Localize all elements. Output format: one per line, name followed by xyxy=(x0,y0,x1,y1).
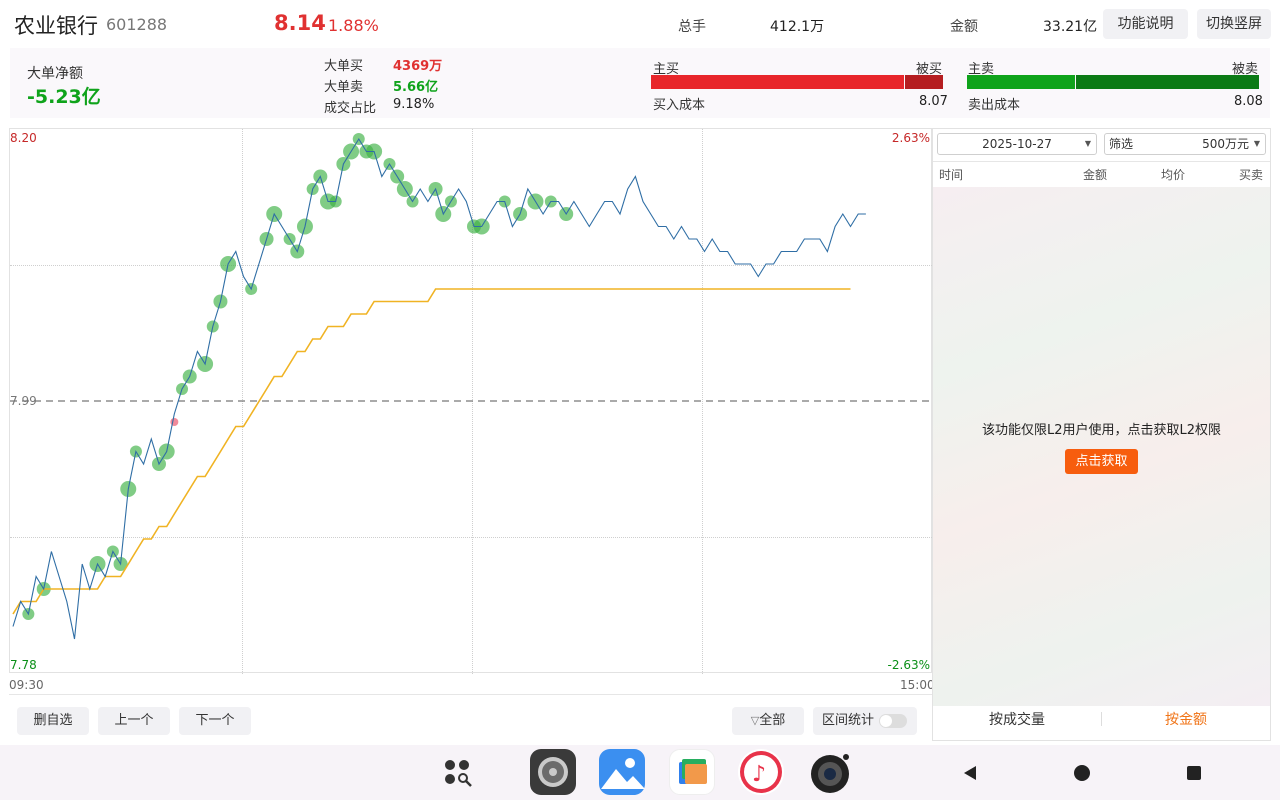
gallery-app-icon[interactable] xyxy=(599,749,645,795)
active-sell-segment xyxy=(967,75,1075,89)
amount-label: 金额 xyxy=(950,19,978,35)
big-order-markers xyxy=(22,133,574,620)
sell-cost-label: 卖出成本 xyxy=(968,98,1021,113)
buy-cost-label: 买入成本 xyxy=(653,98,706,113)
remove-favorite-button[interactable]: 删自选 xyxy=(17,707,89,735)
amount-value: 33.21亿 xyxy=(1043,19,1098,35)
divider xyxy=(933,161,1270,162)
buy-cost-value: 8.07 xyxy=(919,94,948,109)
chevron-down-icon: ▼ xyxy=(1084,139,1091,148)
change-percent: 1.88% xyxy=(328,16,379,35)
big-sell-value: 5.66亿 xyxy=(393,80,439,95)
active-buy-segment xyxy=(651,75,904,89)
locked-message: 该功能仅限L2用户使用，点击获取L2权限 xyxy=(981,423,1222,438)
camera-app-icon[interactable] xyxy=(808,749,854,795)
ratio-value: 9.18% xyxy=(393,97,435,112)
col-amount: 金额 xyxy=(1083,168,1108,182)
net-amount-label: 大单净额 xyxy=(27,66,83,82)
filter-all-label: 全部 xyxy=(759,713,786,728)
next-button[interactable]: 下一个 xyxy=(179,707,251,735)
y-axis-mid-label: 7.99 xyxy=(10,394,37,408)
gear-icon xyxy=(538,757,568,787)
date-select[interactable]: 2025-10-27 ▼ xyxy=(937,133,1097,155)
passive-buy-segment xyxy=(905,75,943,89)
filter-icon: ▽ xyxy=(750,714,760,727)
x-axis-end-label: 15:00 xyxy=(900,678,935,692)
range-stats-label: 区间统计 xyxy=(822,713,875,728)
y-axis-top-label: 8.20 xyxy=(10,131,37,145)
back-icon[interactable] xyxy=(960,763,980,783)
recents-icon[interactable] xyxy=(1184,763,1204,783)
divider xyxy=(9,694,932,695)
x-axis-start-label: 09:30 xyxy=(9,678,44,692)
intraday-chart[interactable]: 8.20 7.99 7.78 2.63% -2.63% xyxy=(9,128,932,674)
range-stats-toggle[interactable]: 区间统计 xyxy=(813,707,917,735)
locked-content-area: 该功能仅限L2用户使用，点击获取L2权限 点击获取 xyxy=(933,187,1270,706)
net-amount-value: -5.23亿 xyxy=(27,86,101,108)
sell-cost-value: 8.08 xyxy=(1234,94,1263,109)
volume-value: 412.1万 xyxy=(770,19,825,35)
col-avg-price: 均价 xyxy=(1161,168,1186,182)
camera-icon xyxy=(811,754,849,793)
price-chart-svg xyxy=(10,133,932,640)
big-buy-value: 4369万 xyxy=(393,59,443,74)
toggle-knob xyxy=(880,715,892,727)
y-axis-right-top-label: 2.63% xyxy=(891,131,930,145)
music-note-icon: ♪ xyxy=(740,751,782,793)
header: 农业银行 601288 8.14 1.88% 总手 412.1万 金额 33.2… xyxy=(0,0,1280,48)
settings-app-icon[interactable] xyxy=(530,749,576,795)
volume-label: 总手 xyxy=(678,19,706,35)
filter-all-button[interactable]: ▽全部 xyxy=(732,707,804,735)
big-order-summary: 大单净额 -5.23亿 大单买 4369万 大单卖 5.66亿 成交占比 9.1… xyxy=(10,48,1270,118)
files-app-icon[interactable] xyxy=(669,749,715,795)
big-order-list-panel: 2025-10-27 ▼ 筛选 500万元 ▼ 时间 金额 均价 买卖 该功能仅… xyxy=(932,128,1271,741)
buy-ratio-bar xyxy=(651,75,943,89)
chevron-down-icon: ▼ xyxy=(1253,139,1260,148)
tab-by-amount[interactable]: 按金额 xyxy=(1102,709,1270,729)
col-time: 时间 xyxy=(939,168,964,182)
tab-by-volume[interactable]: 按成交量 xyxy=(933,709,1101,729)
svg-text:♪: ♪ xyxy=(752,762,766,787)
big-buy-label: 大单买 xyxy=(324,59,364,74)
photo-icon xyxy=(601,758,645,789)
stock-code: 601288 xyxy=(106,15,168,34)
home-icon[interactable] xyxy=(1072,763,1092,783)
sell-ratio-bar xyxy=(967,75,1259,89)
col-side: 买卖 xyxy=(1239,168,1264,182)
feature-description-button[interactable]: 功能说明 xyxy=(1103,9,1188,39)
y-axis-right-bottom-label: -2.63% xyxy=(887,658,930,672)
big-sell-label: 大单卖 xyxy=(324,80,364,95)
music-app-icon[interactable]: ♪ xyxy=(738,749,784,795)
folder-icon xyxy=(679,759,707,784)
filter-select[interactable]: 筛选 500万元 ▼ xyxy=(1104,133,1266,155)
get-permission-button[interactable]: 点击获取 xyxy=(1065,449,1138,474)
toggle-switch[interactable] xyxy=(879,714,907,728)
app-search-icon[interactable] xyxy=(442,757,476,789)
filter-value: 500万元 xyxy=(1202,137,1249,151)
switch-portrait-button[interactable]: 切换竖屏 xyxy=(1197,9,1271,39)
date-value: 2025-10-27 xyxy=(982,137,1052,151)
passive-sell-segment xyxy=(1076,75,1259,89)
filter-label: 筛选 xyxy=(1109,137,1134,151)
ratio-label: 成交占比 xyxy=(324,101,377,116)
y-axis-bottom-label: 7.78 xyxy=(10,658,37,672)
stock-name: 农业银行 xyxy=(14,14,98,38)
previous-button[interactable]: 上一个 xyxy=(98,707,170,735)
current-price: 8.14 xyxy=(274,11,326,35)
big-buy-marker xyxy=(170,418,179,426)
